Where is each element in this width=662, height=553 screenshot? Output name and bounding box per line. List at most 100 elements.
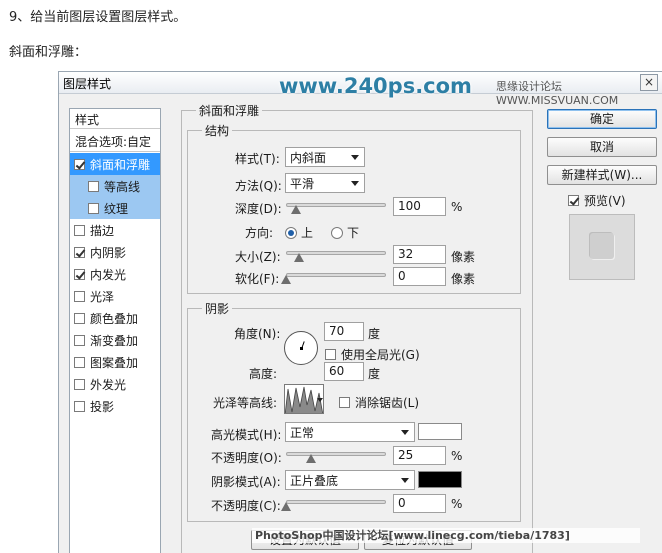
shadow-opacity-slider-thumb[interactable] xyxy=(281,502,291,511)
layer-style-dialog: 图层样式 www.240ps.com 思缘设计论坛 WWW.MISSVUAN.C… xyxy=(58,71,662,553)
styles-header[interactable]: 样式 xyxy=(70,109,160,129)
style-item-stroke[interactable]: 描边 xyxy=(70,219,160,241)
soften-label: 软化(F): xyxy=(235,272,280,286)
highlight-mode-label: 高光模式(H): xyxy=(211,428,282,442)
style-item-satin[interactable]: 光泽 xyxy=(70,285,160,307)
article-step-text: 9、给当前图层设置图层样式。 xyxy=(9,10,187,25)
checkbox-icon[interactable] xyxy=(88,181,99,192)
checkbox-icon[interactable] xyxy=(325,349,336,360)
style-item-gradient-overlay[interactable]: 渐变叠加 xyxy=(70,329,160,351)
soften-slider-thumb[interactable] xyxy=(281,275,291,284)
checkbox-icon[interactable] xyxy=(74,335,85,346)
blending-options-item[interactable]: 混合选项:自定 xyxy=(70,130,160,152)
style-item-color-overlay[interactable]: 颜色叠加 xyxy=(70,307,160,329)
shadow-opacity-slider-track[interactable] xyxy=(286,500,386,504)
angle-dial[interactable] xyxy=(284,331,318,365)
style-preview-thumbnail xyxy=(569,214,635,280)
checkbox-icon[interactable] xyxy=(74,379,85,390)
checkbox-icon[interactable] xyxy=(74,159,85,170)
radio-selected-icon[interactable] xyxy=(285,227,297,239)
depth-unit: % xyxy=(451,200,463,214)
dropdown-arrow-icon xyxy=(401,478,409,483)
bevel-emboss-title: 斜面和浮雕 xyxy=(196,102,263,119)
method-select[interactable]: 平滑 xyxy=(285,173,365,193)
style-select[interactable]: 内斜面 xyxy=(285,147,365,167)
dialog-titlebar[interactable]: 图层样式 www.240ps.com 思缘设计论坛 WWW.MISSVUAN.C… xyxy=(59,72,662,107)
cancel-button[interactable]: 取消 xyxy=(547,137,657,157)
size-unit: 像素 xyxy=(451,250,476,264)
gloss-contour-label: 光泽等高线: xyxy=(213,396,278,410)
checkbox-icon[interactable] xyxy=(74,247,85,258)
angle-input[interactable]: 70 xyxy=(324,322,364,341)
radio-icon[interactable] xyxy=(331,227,343,239)
dropdown-arrow-icon xyxy=(351,155,359,160)
method-label: 方法(Q): xyxy=(235,179,282,193)
style-item-inner-shadow[interactable]: 内阴影 xyxy=(70,241,160,263)
checkbox-icon[interactable] xyxy=(88,203,99,214)
style-item-outer-glow[interactable]: 外发光 xyxy=(70,373,160,395)
size-label: 大小(Z): xyxy=(235,250,281,264)
dropdown-arrow-icon xyxy=(351,181,359,186)
highlight-color-swatch[interactable] xyxy=(418,423,462,440)
preview-option[interactable]: 预览(V) xyxy=(568,192,626,209)
checkbox-icon[interactable] xyxy=(74,269,85,280)
bottom-watermark: PhotoShop中国设计论坛[www.linecg.com/tieba/178… xyxy=(252,528,640,543)
checkbox-icon[interactable] xyxy=(74,313,85,324)
angle-dial-center xyxy=(300,347,303,350)
highlight-mode-select[interactable]: 正常 xyxy=(285,422,415,442)
ok-button[interactable]: 确定 xyxy=(547,109,657,129)
altitude-unit: 度 xyxy=(368,367,381,381)
direction-down-option[interactable]: 下 xyxy=(331,224,359,241)
contour-dropdown-icon[interactable] xyxy=(317,398,323,402)
checkbox-icon[interactable] xyxy=(74,291,85,302)
highlight-opacity-input[interactable]: 25 xyxy=(393,446,446,465)
depth-slider-thumb[interactable] xyxy=(291,205,301,214)
global-light-option[interactable]: 使用全局光(G) xyxy=(325,346,420,363)
close-button[interactable]: × xyxy=(640,74,658,91)
dialog-title: 图层样式 xyxy=(63,77,112,91)
styles-list-panel: 样式 混合选项:自定 斜面和浮雕 等高线 纹理 描边 内阴影 内发光 光泽 颜色… xyxy=(69,108,161,553)
soften-input[interactable]: 0 xyxy=(393,267,446,286)
depth-label: 深度(D): xyxy=(235,202,282,216)
checkbox-icon[interactable] xyxy=(339,397,350,408)
angle-label: 角度(N): xyxy=(234,327,281,341)
shading-title: 阴影 xyxy=(202,300,233,317)
soften-slider-track[interactable] xyxy=(286,273,386,277)
shadow-opacity-input[interactable]: 0 xyxy=(393,494,446,513)
shadow-opacity-unit: % xyxy=(451,497,463,511)
site-watermark: www.240ps.com xyxy=(279,74,472,98)
style-item-inner-glow[interactable]: 内发光 xyxy=(70,263,160,285)
checkbox-icon[interactable] xyxy=(568,195,579,206)
antialias-option[interactable]: 消除锯齿(L) xyxy=(339,394,419,411)
angle-unit: 度 xyxy=(368,327,381,341)
checkbox-icon[interactable] xyxy=(74,357,85,368)
style-item-texture[interactable]: 纹理 xyxy=(70,197,160,219)
highlight-opacity-slider-track[interactable] xyxy=(286,452,386,456)
direction-up-option[interactable]: 上 xyxy=(285,224,313,241)
dropdown-arrow-icon xyxy=(401,430,409,435)
style-label: 样式(T): xyxy=(235,152,280,166)
size-input[interactable]: 32 xyxy=(393,245,446,264)
highlight-opacity-label: 不透明度(O): xyxy=(211,451,282,465)
altitude-label: 高度: xyxy=(249,367,278,381)
depth-input[interactable]: 100 xyxy=(393,197,446,216)
shadow-mode-select[interactable]: 正片叠底 xyxy=(285,470,415,490)
size-slider-thumb[interactable] xyxy=(294,253,304,262)
highlight-opacity-unit: % xyxy=(451,449,463,463)
new-style-button[interactable]: 新建样式(W)... xyxy=(547,165,657,185)
style-item-contour[interactable]: 等高线 xyxy=(70,175,160,197)
soften-unit: 像素 xyxy=(451,272,476,286)
highlight-opacity-slider-thumb[interactable] xyxy=(306,454,316,463)
checkbox-icon[interactable] xyxy=(74,401,85,412)
checkbox-icon[interactable] xyxy=(74,225,85,236)
style-item-drop-shadow[interactable]: 投影 xyxy=(70,395,160,417)
article-section-text: 斜面和浮雕： xyxy=(9,45,88,60)
preview-shape xyxy=(590,233,614,259)
shadow-color-swatch[interactable] xyxy=(418,471,462,488)
altitude-input[interactable]: 60 xyxy=(324,362,364,381)
style-item-bevel-emboss[interactable]: 斜面和浮雕 xyxy=(70,153,160,175)
depth-slider-track[interactable] xyxy=(286,203,386,207)
direction-label: 方向: xyxy=(245,226,274,240)
style-item-pattern-overlay[interactable]: 图案叠加 xyxy=(70,351,160,373)
shadow-mode-label: 阴影模式(A): xyxy=(211,475,281,489)
